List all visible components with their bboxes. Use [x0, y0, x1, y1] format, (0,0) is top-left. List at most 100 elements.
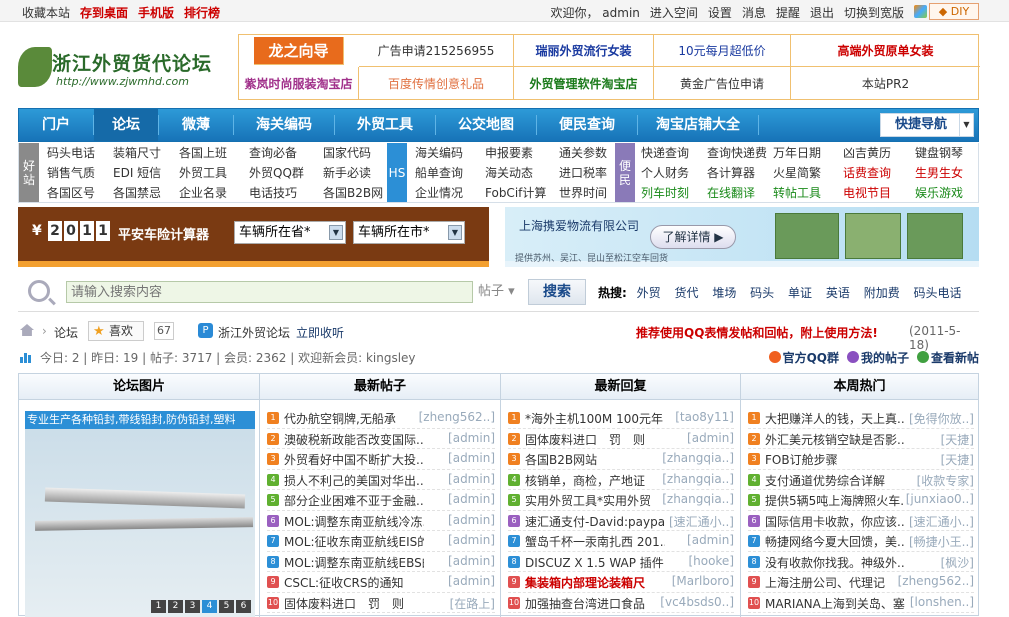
list-item[interactable]: 1 大把赚洋人的钱，天上真.. [免得你放..] [748, 408, 974, 429]
ad-link[interactable]: 广告申请215256955 [359, 35, 514, 67]
ad-link[interactable]: 外贸管理软件淘宝店 [514, 67, 654, 99]
search-button[interactable]: 搜索 [528, 279, 586, 305]
link[interactable]: 查询快递费 [707, 143, 767, 163]
link[interactable]: 娱乐游戏 [915, 183, 963, 203]
site-logo[interactable]: 浙江外贸货代论坛 http://www.zjwmhd.com [18, 45, 228, 95]
link[interactable]: 转帖工具 [773, 183, 821, 203]
recommend-notice[interactable]: 推荐使用QQ表情发帖和回帖，附上使用方法! [636, 324, 878, 341]
link[interactable]: EDI 短信 [113, 163, 161, 183]
forum-picture-slider[interactable]: 专业生产各种铅封,带线铅封,防伪铅封,塑料 1 2 3 4 5 6 [25, 411, 255, 617]
list-item[interactable]: 2 外汇美元核销空缺是否影.. [天捷] [748, 429, 974, 449]
ad-link[interactable]: 高端外贸原单女装 [791, 35, 980, 67]
list-item[interactable]: 8 没有收款你找我。神级外.. [枫沙] [748, 552, 974, 572]
ad-link[interactable]: 本站PR2 [791, 67, 980, 99]
list-item[interactable]: 3 各国B2B网站 [zhangqia..] [508, 449, 734, 470]
post-title[interactable]: FOB订舱步骤 [765, 451, 905, 468]
hot-search-link[interactable]: 单证 [788, 286, 812, 300]
link[interactable]: 快递查询 [641, 143, 689, 163]
post-author[interactable]: [vc4bsds0..] [660, 595, 734, 609]
post-title[interactable]: 提供5辆5吨上海牌照火车.. [765, 492, 905, 509]
link[interactable]: 企业情况 [415, 183, 463, 203]
post-title[interactable]: MARIANA上海到关岛、塞 [765, 595, 905, 612]
post-author[interactable]: [畅捷小王..] [909, 533, 974, 550]
link[interactable]: 火星简繁 [773, 163, 821, 183]
hot-search-link[interactable]: 附加费 [864, 286, 900, 300]
ad-link[interactable]: 黄金广告位申请 [654, 67, 791, 99]
list-item[interactable]: 10 MARIANA上海到关岛、塞 [lonshen..] [748, 593, 974, 613]
list-item[interactable]: 9 上海注册公司、代理记 [zheng562..] [748, 572, 974, 593]
post-title[interactable]: 澳破税新政能否改变国际.. [284, 431, 424, 448]
hot-search-link[interactable]: 码头电话 [914, 286, 962, 300]
list-item[interactable]: 1 *海外主机100M 100元年 [tao8y11] [508, 408, 734, 429]
list-item[interactable]: 2 澳破税新政能否改变国际.. [admin] [267, 429, 495, 449]
nav-convenience[interactable]: 便民查询 [537, 109, 637, 141]
post-title[interactable]: 大把赚洋人的钱，天上真.. [765, 410, 905, 427]
slider-page[interactable]: 6 [236, 600, 251, 613]
post-author[interactable]: [admin] [448, 513, 495, 527]
nav-trade-tools[interactable]: 外贸工具 [335, 109, 435, 141]
link[interactable]: 外贸QQ群 [249, 163, 304, 183]
quick-nav-button[interactable]: 快捷导航 ▼ [880, 113, 974, 137]
nav-forum[interactable]: 论坛 [94, 109, 158, 141]
post-author[interactable]: [速汇通小..] [909, 513, 974, 530]
ranking-link[interactable]: 排行榜 [184, 4, 220, 21]
link[interactable]: 海关编码 [415, 143, 463, 163]
list-item[interactable]: 4 损人不利己的美国对华出.. [admin] [267, 470, 495, 490]
list-item[interactable]: 3 FOB订舱步骤 [天捷] [748, 449, 974, 470]
hot-search-link[interactable]: 外贸 [637, 286, 661, 300]
link[interactable]: 国家代码 [323, 143, 383, 163]
post-author[interactable]: [zhangqia..] [662, 472, 734, 486]
post-author[interactable]: [admin] [448, 431, 495, 445]
hot-search-link[interactable]: 英语 [826, 286, 850, 300]
link[interactable]: 海关动态 [485, 163, 546, 183]
link[interactable]: 码头电话 [47, 143, 95, 163]
slider-page[interactable]: 2 [168, 600, 183, 613]
logout-link[interactable]: 退出 [810, 4, 834, 21]
nav-portal[interactable]: 门户 [19, 109, 93, 141]
slider-page[interactable]: 1 [151, 600, 166, 613]
post-title[interactable]: 损人不利己的美国对华出.. [284, 472, 424, 489]
list-item[interactable]: 4 核销单，商检，产地证 [zhangqia..] [508, 470, 734, 490]
list-item[interactable]: 7 MOL:征收东南亚航线EIS的.. [admin] [267, 531, 495, 552]
like-button[interactable]: ★ 喜欢 [88, 321, 144, 341]
post-author[interactable]: [速汇通小..] [669, 513, 734, 530]
link[interactable]: 个人财务 [641, 163, 689, 183]
list-item[interactable]: 3 外贸看好中国不断扩大投.. [admin] [267, 449, 495, 470]
post-title[interactable]: 固体废料进口 罚 则 [525, 431, 665, 448]
link[interactable]: 键盘钢琴 [915, 143, 963, 163]
post-author[interactable]: [枫沙] [941, 554, 974, 571]
link[interactable]: 电话技巧 [249, 183, 304, 203]
post-author[interactable]: [admin] [448, 554, 495, 568]
ad-link[interactable]: 龙之向导 [254, 37, 344, 65]
messages-link[interactable]: 消息 [742, 4, 766, 21]
nav-bus-map[interactable]: 公交地图 [436, 109, 536, 141]
post-author[interactable]: [zhangqia..] [662, 451, 734, 465]
list-item[interactable]: 8 MOL:调整东南亚航线EBS的.. [admin] [267, 552, 495, 572]
list-item[interactable]: 5 部分企业困难不亚于金融.. [admin] [267, 490, 495, 511]
view-new-posts-link[interactable]: 查看新帖 [916, 349, 979, 366]
wide-mode-link[interactable]: 切换到宽版 [844, 4, 904, 21]
enter-space-link[interactable]: 进入空间 [650, 4, 698, 21]
hot-search-link[interactable]: 堆场 [712, 286, 736, 300]
reminders-link[interactable]: 提醒 [776, 4, 800, 21]
car-insurance-banner[interactable]: ¥ 2 0 1 1 平安车险计算器 车辆所在省* ▼ 车辆所在市* ▼ [18, 207, 489, 267]
province-select[interactable]: 车辆所在省* ▼ [234, 221, 346, 244]
city-select[interactable]: 车辆所在市* ▼ [353, 221, 465, 244]
link[interactable]: 各国区号 [47, 183, 95, 203]
post-author[interactable]: [hooke] [688, 554, 734, 568]
follow-link[interactable]: 立即收听 [296, 324, 344, 341]
link[interactable]: 万年日期 [773, 143, 821, 163]
link[interactable]: 销售气质 [47, 163, 95, 183]
list-item[interactable]: 7 畅捷网络今夏大回馈，美.. [畅捷小王..] [748, 531, 974, 552]
post-title[interactable]: 加强抽查台湾进口食品 [525, 595, 665, 612]
search-type-select[interactable]: 帖子 ▾ [474, 281, 524, 303]
link[interactable]: 各计算器 [707, 163, 767, 183]
post-author[interactable]: [admin] [687, 431, 734, 445]
post-author[interactable]: [admin] [448, 574, 495, 588]
post-title[interactable]: MOL:征收东南亚航线EIS的.. [284, 533, 424, 550]
nav-customs-code[interactable]: 海关编码 [234, 109, 334, 141]
slider-page[interactable]: 4 [202, 600, 217, 613]
post-title[interactable]: 实用外贸工具*实用外贸 [525, 492, 665, 509]
link[interactable]: 进口税率 [559, 163, 607, 183]
ad-link[interactable]: 百度传情创意礼品 [359, 67, 514, 99]
